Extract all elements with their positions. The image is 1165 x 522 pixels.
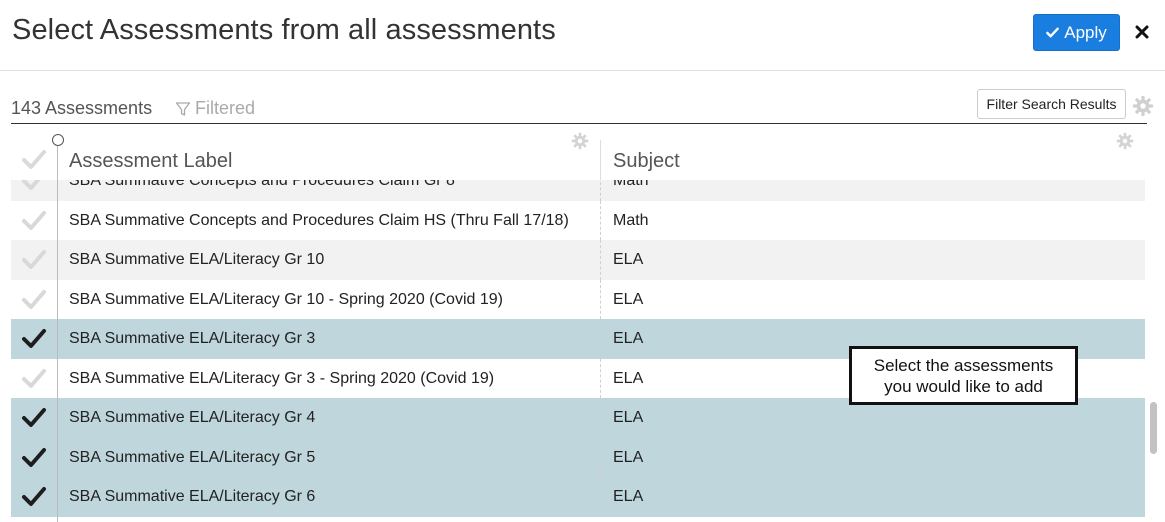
filtered-indicator: Filtered bbox=[175, 98, 255, 119]
grid-header: Assessment Label Subject bbox=[11, 124, 1145, 180]
callout-line-2: you would like to add bbox=[884, 376, 1043, 396]
subject-cell: ELA bbox=[613, 409, 644, 426]
column-divider bbox=[600, 140, 601, 180]
subject-cell: ELA bbox=[613, 369, 644, 387]
funnel-icon bbox=[175, 101, 191, 116]
apply-button-label: Apply bbox=[1064, 22, 1107, 42]
filtered-label: Filtered bbox=[195, 98, 256, 118]
filter-search-results-button[interactable]: Filter Search Results bbox=[977, 89, 1126, 119]
gear-icon[interactable] bbox=[1132, 95, 1154, 117]
column-divider bbox=[600, 398, 601, 438]
gear-icon[interactable] bbox=[571, 132, 589, 150]
table-row[interactable]: SBA Summative ELA/Literacy Gr 10 - Sprin… bbox=[11, 279, 1145, 319]
column-divider bbox=[600, 358, 601, 398]
assessment-label-cell: SBA Summative ELA/Literacy Gr 10 bbox=[69, 251, 325, 268]
table-row[interactable]: SBA Summative ELA/Literacy Gr 6 ELA bbox=[11, 477, 1145, 517]
results-toolbar: 143 Assessments Filtered Filter Search R… bbox=[11, 88, 1154, 124]
check-icon[interactable] bbox=[21, 406, 47, 428]
column-divider bbox=[600, 200, 601, 240]
check-icon[interactable] bbox=[21, 446, 47, 468]
subject-cell: ELA bbox=[613, 448, 644, 466]
assessment-label-cell: SBA Summative ELA/Literacy Gr 6 bbox=[69, 488, 316, 505]
table-row[interactable]: SBA Summative ELA/Literacy Gr 5 ELA bbox=[11, 437, 1145, 477]
assessment-label-cell: SBA Summative ELA/Literacy Gr 3 bbox=[69, 330, 316, 347]
column-divider bbox=[600, 240, 601, 280]
assessment-label-cell: SBA Summative ELA/Literacy Gr 4 bbox=[69, 409, 316, 426]
column-divider bbox=[600, 279, 601, 319]
subject-cell: ELA bbox=[613, 488, 644, 505]
check-icon bbox=[1046, 27, 1060, 38]
subject-cell: ELA bbox=[613, 330, 644, 347]
dialog-header: Select Assessments from all assessments … bbox=[0, 0, 1165, 71]
assessment-label-cell: SBA Summative ELA/Literacy Gr 5 bbox=[69, 448, 316, 466]
subject-cell: ELA bbox=[613, 251, 644, 268]
callout-line-1: Select the assessments bbox=[873, 355, 1054, 375]
table-row[interactable]: SBA Summative ELA/Literacy Gr 10 ELA bbox=[11, 240, 1145, 280]
assessment-count: 143 Assessments bbox=[11, 98, 153, 118]
column-resize-line bbox=[57, 146, 58, 522]
column-header-assessment-label[interactable]: Assessment Label bbox=[69, 150, 232, 173]
select-all-check-icon[interactable] bbox=[21, 148, 47, 170]
assessment-grid: Assessment Label Subject SBA Summative C… bbox=[11, 124, 1145, 522]
subject-cell: ELA bbox=[613, 290, 644, 308]
grid-rows: SBA Summative Concepts and Procedures Cl… bbox=[11, 161, 1145, 517]
assessment-label-cell: SBA Summative Concepts and Procedures Cl… bbox=[69, 211, 569, 229]
grid-scrollbar[interactable] bbox=[1147, 180, 1159, 522]
assessment-label-cell: SBA Summative ELA/Literacy Gr 10 - Sprin… bbox=[69, 290, 503, 308]
close-button[interactable] bbox=[1132, 20, 1152, 44]
column-divider bbox=[600, 319, 601, 359]
check-icon[interactable] bbox=[21, 288, 47, 310]
column-divider bbox=[600, 477, 601, 517]
check-icon[interactable] bbox=[21, 327, 47, 349]
dialog-title: Select Assessments from all assessments bbox=[12, 14, 556, 46]
apply-button[interactable]: Apply bbox=[1033, 14, 1120, 51]
check-icon[interactable] bbox=[21, 367, 47, 389]
column-resize-handle[interactable] bbox=[52, 134, 64, 146]
assessment-label-cell: SBA Summative ELA/Literacy Gr 3 - Spring… bbox=[69, 369, 495, 387]
check-icon[interactable] bbox=[21, 209, 47, 231]
subject-cell: Math bbox=[613, 211, 649, 229]
check-icon[interactable] bbox=[21, 485, 47, 507]
gear-icon[interactable] bbox=[1116, 132, 1134, 150]
check-icon[interactable] bbox=[21, 248, 47, 270]
column-header-subject[interactable]: Subject bbox=[613, 150, 680, 173]
close-icon bbox=[1135, 25, 1149, 39]
table-row[interactable]: SBA Summative Concepts and Procedures Cl… bbox=[11, 200, 1145, 240]
scroll-thumb[interactable] bbox=[1150, 402, 1157, 454]
instruction-callout: Select the assessments you would like to… bbox=[849, 346, 1078, 405]
column-divider bbox=[600, 437, 601, 477]
